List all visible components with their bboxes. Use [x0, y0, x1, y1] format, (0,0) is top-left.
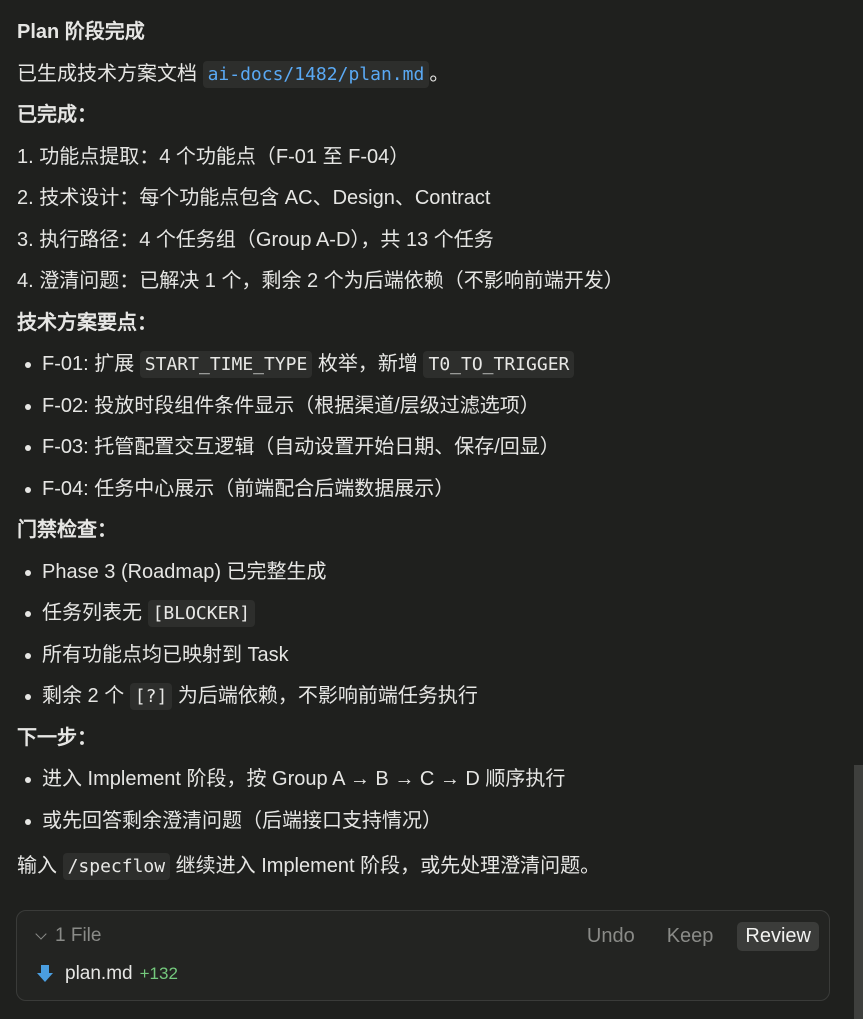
gate-heading: 门禁检查：: [17, 519, 117, 541]
final-suffix: 继续进入 Implement 阶段，或先处理澄清问题。: [170, 855, 601, 877]
keep-button[interactable]: Keep: [659, 922, 722, 951]
gate-item-4: 剩余 2 个 [?] 为后端依赖，不影响前端任务执行: [17, 678, 847, 720]
gate-item-3: 所有功能点均已映射到 Task: [17, 637, 847, 679]
intro-prefix: 已生成技术方案文档: [17, 62, 203, 85]
file-count: 1 File: [55, 925, 102, 946]
f01-mid: 枚举，新增: [312, 353, 424, 375]
message-title: Plan 阶段完成: [17, 21, 145, 43]
files-toggle[interactable]: 1 File: [35, 925, 102, 947]
tech-item-f04: F-04: 任务中心展示（前端配合后端数据展示）: [17, 471, 847, 513]
review-button[interactable]: Review: [737, 922, 819, 951]
next-item: 进入 Implement 阶段，按 Group A → B → C → D 顺序…: [17, 761, 847, 803]
completed-item: 3. 执行路径：4 个任务组（Group A-D），共 13 个任务: [17, 228, 494, 251]
code-question: [?]: [129, 683, 173, 710]
code-specflow: /specflow: [62, 853, 171, 880]
gate-item-1: Phase 3 (Roadmap) 已完整生成: [17, 554, 847, 596]
code-blocker: [BLOCKER]: [147, 600, 256, 627]
tech-item-f02: F-02: 投放时段组件条件显示（根据渠道/层级过滤选项）: [17, 388, 847, 430]
code-start-time-type: START_TIME_TYPE: [139, 351, 313, 378]
tech-item-f01: F-01: 扩展 START_TIME_TYPE 枚举，新增 T0_TO_TRI…: [17, 346, 847, 388]
download-arrow-icon: [37, 965, 53, 982]
assistant-message: Plan 阶段完成 已生成技术方案文档 ai-docs/1482/plan.md…: [17, 14, 847, 890]
panel-actions: Undo Keep Review: [579, 922, 819, 951]
gate-item-4-prefix: 剩余 2 个: [42, 685, 130, 707]
chevron-down-icon: [35, 927, 47, 940]
changed-files-panel: 1 File Undo Keep Review plan.md +132: [16, 910, 830, 1001]
file-row[interactable]: plan.md +132: [37, 963, 178, 985]
intro-suffix: 。: [429, 62, 450, 85]
completed-item: 1. 功能点提取：4 个功能点（F-01 至 F-04）: [17, 145, 410, 168]
completed-heading: 已完成：: [17, 104, 97, 126]
f01-prefix: F-01: 扩展: [42, 353, 140, 375]
code-t0-to-trigger: T0_TO_TRIGGER: [423, 351, 575, 378]
gate-item-2-prefix: 任务列表无: [42, 602, 148, 624]
intro-line: 已生成技术方案文档 ai-docs/1482/plan.md。: [17, 56, 847, 98]
tech-item-f03: F-03: 托管配置交互逻辑（自动设置开始日期、保存/回显）: [17, 429, 847, 471]
next-item: 或先回答剩余澄清问题（后端接口支持情况）: [17, 803, 847, 845]
plan-file-link[interactable]: ai-docs/1482/plan.md: [202, 60, 430, 88]
final-line: 输入 /specflow 继续进入 Implement 阶段，或先处理澄清问题。: [17, 848, 847, 890]
completed-item: 4. 澄清问题：已解决 1 个，剩余 2 个为后端依赖（不影响前端开发）: [17, 270, 624, 292]
completed-item: 2. 技术设计：每个功能点包含 AC、Design、Contract: [17, 187, 491, 209]
file-name: plan.md: [65, 963, 133, 984]
tech-heading: 技术方案要点：: [17, 311, 157, 334]
additions-count: +132: [139, 964, 178, 983]
gate-item-2: 任务列表无 [BLOCKER]: [17, 595, 847, 637]
undo-button[interactable]: Undo: [579, 922, 643, 951]
gate-item-4-suffix: 为后端依赖，不影响前端任务执行: [172, 685, 478, 707]
final-prefix: 输入: [17, 855, 63, 877]
next-heading: 下一步：: [17, 726, 97, 749]
scrollbar[interactable]: [854, 765, 863, 1019]
